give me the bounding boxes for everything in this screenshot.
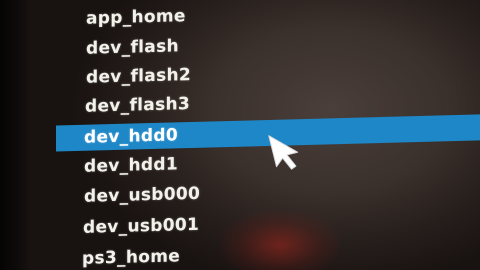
- screen-glare: [220, 210, 340, 270]
- list-item-label: dev_flash3: [85, 94, 191, 117]
- list-item-dev-flash2[interactable]: dev_flash2: [86, 62, 191, 91]
- list-item-label: dev_usb001: [83, 214, 200, 238]
- list-item-label: dev_hdd1: [84, 154, 178, 177]
- list-item-label: dev_flash2: [86, 64, 192, 88]
- list-item-dev-flash3[interactable]: dev_flash3: [85, 91, 190, 120]
- list-item-dev-usb000[interactable]: dev_usb000: [84, 181, 200, 210]
- screen: app_home dev_flash dev_flash2 dev_flash3…: [0, 0, 480, 270]
- list-item-dev-usb001[interactable]: dev_usb001: [83, 212, 199, 241]
- list-item-label: dev_usb000: [84, 183, 201, 207]
- list-item-app-home[interactable]: app_home: [86, 3, 186, 32]
- list-item-dev-hdd1[interactable]: dev_hdd1: [84, 151, 178, 179]
- list-item-label: app_home: [86, 6, 186, 29]
- list-item-label: dev_hdd0: [84, 125, 178, 148]
- list-item-label: dev_flash: [86, 36, 179, 59]
- list-item-dev-flash[interactable]: dev_flash: [86, 33, 179, 61]
- list-item-ps3-home[interactable]: ps3_home: [82, 243, 180, 270]
- list-item-label: ps3_home: [82, 246, 181, 269]
